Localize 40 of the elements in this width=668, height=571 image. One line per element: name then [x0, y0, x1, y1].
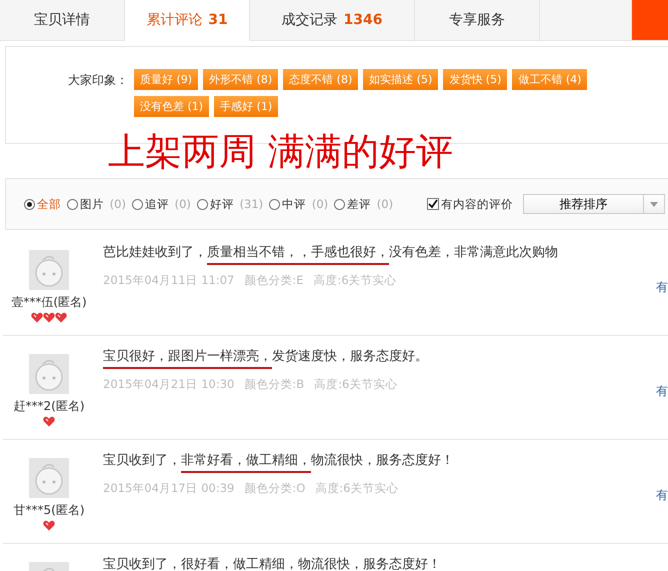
filter-option[interactable]: 差评 (0)	[334, 196, 394, 212]
checkbox[interactable]	[427, 198, 440, 210]
filter-option[interactable]: 好评 (31)	[196, 196, 264, 212]
radio-button[interactable]	[132, 198, 143, 210]
content-filter[interactable]: 有内容的评价	[427, 196, 514, 212]
radio-button[interactable]	[24, 198, 35, 210]
radio-button[interactable]	[269, 198, 280, 210]
annotation-text: 上架两周 满满的好评	[108, 132, 453, 173]
heart-icon	[43, 416, 55, 427]
height-variant: 高度:6关节实心	[315, 481, 398, 496]
helpful-link[interactable]: 有	[656, 487, 668, 504]
review-date: 2015年04月11日 11:07	[103, 273, 234, 288]
heart-icon	[31, 312, 43, 323]
sort-dropdown[interactable]: 推荐排序	[523, 194, 666, 214]
username[interactable]: 壹***伍(匿名)	[11, 294, 87, 311]
tab[interactable]: 累计评论 31	[125, 0, 250, 41]
helpful-link[interactable]: 有	[656, 383, 668, 400]
radio-button[interactable]	[334, 198, 346, 210]
height-variant: 高度:6关节实心	[314, 377, 398, 392]
color-variant: 颜色分类:B	[244, 377, 304, 392]
color-variant: 颜色分类:E	[244, 273, 304, 288]
username[interactable]: 赶***2(匿名)	[14, 398, 84, 415]
filter-option[interactable]: 追评 (0)	[132, 196, 191, 212]
review-text: 宝贝收到了，很好看，做工精细，物流很快，服务态度好！	[103, 556, 442, 571]
heart-icon	[43, 520, 55, 531]
radio-button[interactable]	[196, 198, 208, 210]
helpful-link[interactable]: 有	[656, 279, 668, 296]
color-variant: 颜色分类:O	[244, 481, 306, 496]
heart-icon	[55, 312, 67, 323]
radio-button[interactable]	[67, 198, 78, 210]
filter-option[interactable]: 全部	[24, 196, 61, 212]
impressions-label: 大家印象：	[67, 72, 128, 89]
filter-option[interactable]: 中评 (0)	[269, 196, 328, 212]
review-date: 2015年04月17日 00:39	[103, 481, 234, 496]
dropdown-arrow-icon	[650, 202, 658, 206]
review-date: 2015年04月21日 10:30	[103, 377, 234, 392]
username[interactable]: 甘***5(匿名)	[14, 502, 84, 519]
heart-icon	[43, 312, 55, 323]
filter-option[interactable]: 图片 (0)	[67, 196, 126, 212]
height-variant: 高度:6关节实心	[313, 273, 397, 288]
